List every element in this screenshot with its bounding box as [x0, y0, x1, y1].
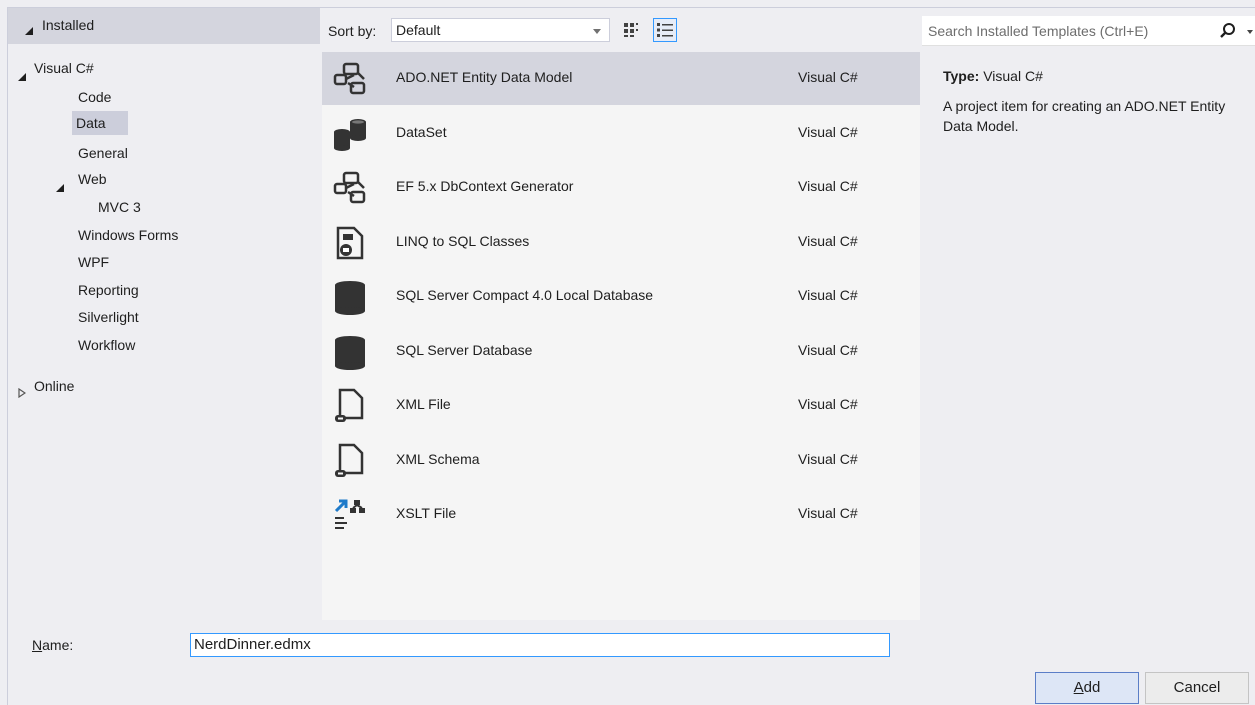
entity-model-icon [333, 62, 366, 95]
add-mnemonic: A [1073, 679, 1084, 696]
type-value: Visual C# [983, 68, 1043, 84]
tree-item-label: Online [34, 378, 75, 394]
dataset-icon [334, 119, 366, 151]
sort-value: Default [396, 22, 441, 38]
expand-arrow-icon [56, 175, 64, 199]
template-name: XML Schema [396, 451, 480, 467]
tree-item-label: Code [78, 89, 112, 105]
template-type: Visual C# [798, 396, 858, 412]
search-icon[interactable] [1219, 22, 1237, 40]
tree-item-reporting[interactable]: Reporting [76, 278, 216, 302]
chevron-down-icon [593, 29, 601, 34]
expand-arrow-icon [18, 64, 26, 88]
name-field[interactable]: NerdDinner.edmx [190, 633, 890, 657]
template-type: Visual C# [798, 451, 858, 467]
template-item-sql-compact[interactable]: SQL Server Compact 4.0 Local Database Vi… [322, 270, 920, 323]
list-view-icon [657, 23, 673, 37]
search-placeholder: Search Installed Templates (Ctrl+E) [928, 23, 1149, 39]
tree-item-label: Visual C# [34, 60, 94, 76]
template-item-linq-to-sql[interactable]: LINQ to SQL Classes Visual C# [322, 216, 920, 269]
xml-schema-icon [335, 443, 364, 477]
xslt-file-icon [334, 499, 365, 529]
small-icons-view-button[interactable] [620, 18, 644, 42]
tree-item-label: Reporting [78, 282, 139, 298]
template-item-ado-net[interactable]: ADO.NET Entity Data Model Visual C# [322, 52, 920, 105]
list-view-button[interactable] [653, 18, 677, 42]
tree-item-code[interactable]: Code [76, 85, 156, 109]
template-name: EF 5.x DbContext Generator [396, 178, 574, 194]
tree-item-mvc3[interactable]: MVC 3 [98, 195, 178, 219]
installed-header[interactable]: Installed [8, 8, 320, 44]
template-type: Visual C# [798, 69, 858, 85]
tree-item-silverlight[interactable]: Silverlight [76, 305, 216, 329]
tree-item-windows-forms[interactable]: Windows Forms [76, 223, 276, 247]
dbcontext-generator-icon [333, 171, 366, 204]
database-icon [335, 336, 365, 370]
template-type: Visual C# [798, 342, 858, 358]
database-icon [335, 281, 365, 315]
type-line: Type: Visual C# [943, 66, 1243, 86]
add-button[interactable]: Add [1035, 672, 1139, 704]
template-type: Visual C# [798, 178, 858, 194]
sort-label: Sort by: [328, 23, 377, 39]
collapsed-arrow-icon [18, 381, 27, 405]
tree-item-label: Data [76, 115, 106, 131]
tree-item-data[interactable]: Data [72, 111, 128, 135]
template-type: Visual C# [798, 505, 858, 521]
template-name: DataSet [396, 124, 447, 140]
template-item-xml-schema[interactable]: XML Schema Visual C# [322, 434, 920, 487]
tree-item-label: Windows Forms [78, 227, 179, 243]
xml-file-icon [335, 388, 364, 422]
template-type: Visual C# [798, 233, 858, 249]
small-icons-view-icon [624, 23, 638, 37]
template-name: LINQ to SQL Classes [396, 233, 530, 249]
tree-item-label: MVC 3 [98, 199, 141, 215]
template-name: SQL Server Database [396, 342, 533, 358]
name-label-text: ame: [42, 637, 74, 653]
tree-item-general[interactable]: General [76, 141, 176, 165]
sort-bar: Sort by: Default [320, 8, 920, 44]
template-list: ADO.NET Entity Data Model Visual C# Data… [322, 52, 920, 620]
template-item-sql-server-db[interactable]: SQL Server Database Visual C# [322, 325, 920, 378]
template-type: Visual C# [798, 124, 858, 140]
tree-item-label: Silverlight [78, 309, 139, 325]
template-type: Visual C# [798, 287, 858, 303]
name-label-mnemonic: N [32, 637, 43, 653]
tree-item-label: Workflow [78, 337, 136, 353]
template-item-ef-dbcontext[interactable]: EF 5.x DbContext Generator Visual C# [322, 161, 920, 214]
template-details: Type: Visual C# A project item for creat… [943, 66, 1243, 136]
template-name: XSLT File [396, 505, 457, 521]
template-name: SQL Server Compact 4.0 Local Database [396, 287, 654, 303]
template-name: ADO.NET Entity Data Model [396, 69, 573, 85]
search-input[interactable]: Search Installed Templates (Ctrl+E) [922, 16, 1255, 46]
tree-item-visual-csharp[interactable]: Visual C# [18, 56, 94, 81]
template-item-xml-file[interactable]: XML File Visual C# [322, 379, 920, 432]
tree-item-label: General [78, 145, 128, 161]
tree-item-web[interactable]: Web [56, 167, 176, 192]
sort-dropdown[interactable]: Default [391, 18, 610, 42]
chevron-down-icon[interactable] [1247, 30, 1253, 34]
add-label: dd [1083, 679, 1101, 696]
tree-item-label: WPF [78, 254, 110, 270]
tree-item-online[interactable]: Online [18, 374, 158, 399]
tree-item-wpf[interactable]: WPF [76, 250, 176, 274]
installed-label: Installed [42, 17, 95, 33]
type-label: Type: [943, 68, 980, 84]
template-name: XML File [396, 396, 451, 412]
cancel-button[interactable]: Cancel [1145, 672, 1249, 704]
expand-arrow-icon [25, 22, 33, 38]
template-item-dataset[interactable]: DataSet Visual C# [322, 107, 920, 160]
tree-item-workflow[interactable]: Workflow [76, 333, 216, 357]
template-item-xslt-file[interactable]: XSLT File Visual C# [322, 488, 920, 541]
name-label: Name: [32, 637, 73, 653]
linq-to-sql-icon [336, 226, 364, 260]
tree-item-label: Web [78, 171, 107, 187]
template-description: A project item for creating an ADO.NET E… [943, 98, 1226, 134]
